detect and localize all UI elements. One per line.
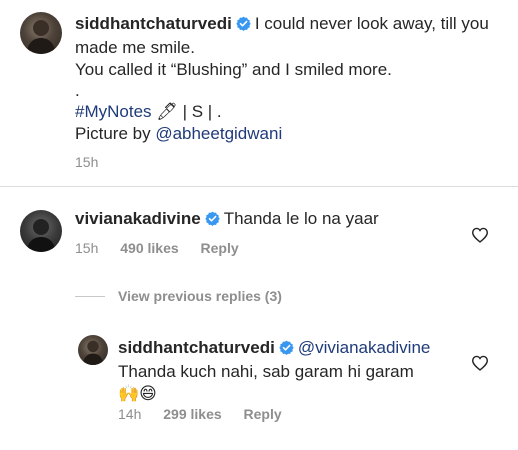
reply-timestamp: 14h [118,406,142,422]
verified-badge-icon [279,339,294,361]
section-divider [0,186,518,187]
verified-badge-icon [236,15,251,37]
reply-body: siddhantchaturvedi @vivianakadivine Thand… [118,337,468,405]
commenter-avatar[interactable] [20,210,62,252]
reply-author-avatar[interactable] [78,335,108,365]
credit-prefix: Picture by [75,124,156,143]
credit-mention-link[interactable]: @abheetgidwani [155,124,282,143]
caption-line-2: made me smile. [75,38,195,57]
caption-line-3: You called it “Blushing” and I smiled mo… [75,60,392,79]
heart-outline-icon[interactable] [471,227,489,243]
caption-hashtag-row: #MyNotes 🖊 | S | . [75,101,505,123]
person-silhouette-icon [26,219,56,252]
caption-first-row: siddhantchaturvedi I could never look awa… [75,13,505,37]
reply-emojis: 🙌😄 [118,384,157,404]
reply-meta: 14h 299 likes Reply [118,406,282,422]
reply-first-row: siddhantchaturvedi @vivianakadivine [118,337,468,361]
post-caption: siddhantchaturvedi I could never look awa… [75,13,505,173]
comment-body: vivianakadivine Thanda le lo na yaar [75,208,455,232]
replies-divider-line [75,296,105,297]
person-silhouette-icon [26,20,56,54]
hashtag-link[interactable]: #MyNotes [75,102,152,121]
comment-timestamp: 15h [75,240,99,256]
comment-likes[interactable]: 490 likes [120,240,178,256]
reply-text: Thanda kuch nahi, sab garam hi garam [118,362,414,381]
reply-reply-button[interactable]: Reply [244,406,282,422]
verified-badge-icon [204,210,220,232]
post-author-avatar[interactable] [20,12,62,54]
caption-suffix: | S | . [177,102,222,121]
pen-emoji: 🖊 [156,102,178,122]
caption-credit-row: Picture by @abheetgidwani [75,123,505,145]
comment-meta: 15h 490 likes Reply [75,240,239,256]
post-timestamp: 15h [75,154,99,170]
caption-line-1: I could never look away, till you [254,14,489,33]
comment-reply-button[interactable]: Reply [201,240,239,256]
reply-mention-link[interactable]: @vivianakadivine [298,338,431,357]
view-previous-replies-button[interactable]: View previous replies (3) [118,288,282,304]
person-silhouette-icon [82,340,104,365]
caption-dot: . [75,81,80,100]
reply-author-username[interactable]: siddhantchaturvedi [118,338,275,357]
comment-text: Thanda le lo na yaar [223,209,379,228]
commenter-username[interactable]: vivianakadivine [75,209,201,228]
post-author-username[interactable]: siddhantchaturvedi [75,14,232,33]
reply-likes[interactable]: 299 likes [163,406,221,422]
heart-outline-icon[interactable] [471,355,489,371]
